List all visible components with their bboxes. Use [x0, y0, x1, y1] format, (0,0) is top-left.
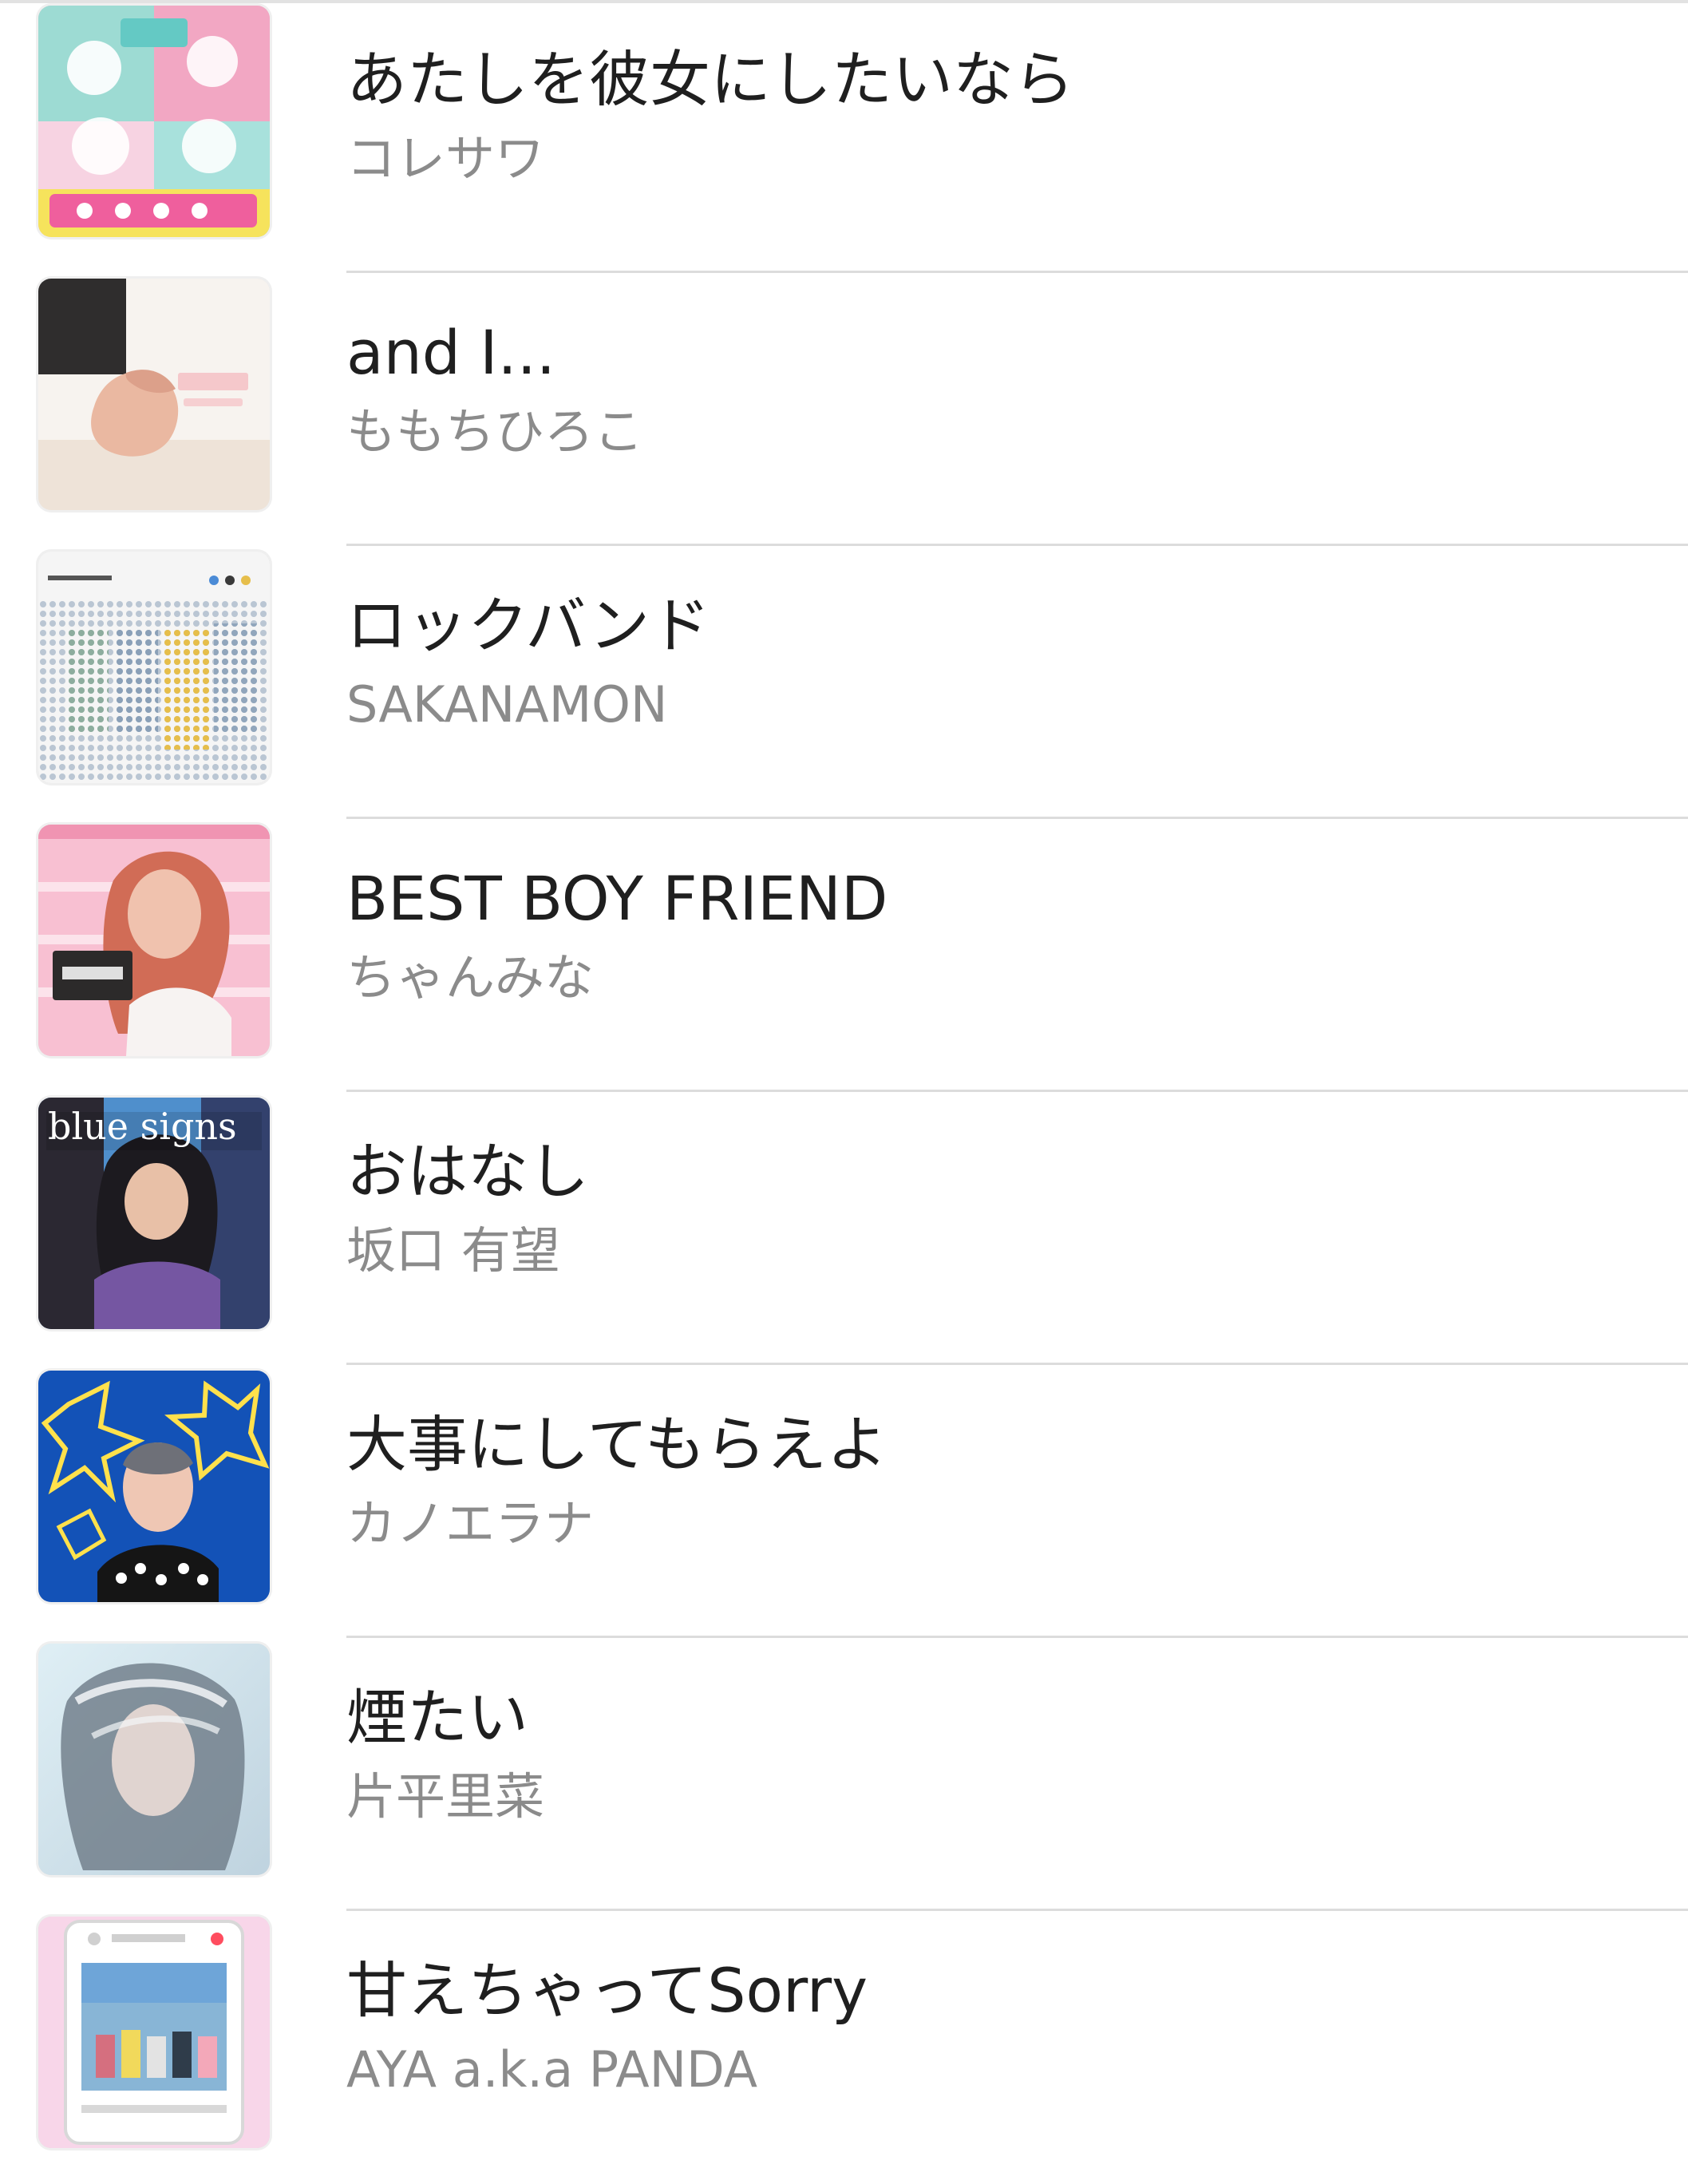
- song-artist: コレサワ: [346, 129, 545, 188]
- album-art-phone-photo-icon: [38, 1917, 270, 2148]
- song-row[interactable]: あたしを彼女にしたいなら コレサワ: [0, 0, 1688, 273]
- song-list: あたしを彼女にしたいなら コレサワ and I... ももちひろこ ロックバンド…: [0, 0, 1688, 2148]
- song-title: BEST BOY FRIEND: [346, 863, 888, 934]
- song-row[interactable]: blue signs おはなし 坂口 有望: [0, 1092, 1688, 1365]
- song-artist: AYA a.k.a PANDA: [346, 2040, 758, 2099]
- song-artist: ちゃんみな: [346, 948, 595, 1007]
- song-title: and I...: [346, 317, 556, 388]
- song-title: ロックバンド: [346, 590, 710, 661]
- song-row[interactable]: ロックバンド SAKANAMON: [0, 546, 1688, 819]
- album-art-dotted-band-icon: [38, 552, 270, 783]
- song-title: あたしを彼女にしたいなら: [346, 44, 1074, 115]
- song-artist: カノエラナ: [346, 1494, 595, 1553]
- song-row[interactable]: BEST BOY FRIEND ちゃんみな: [0, 819, 1688, 1092]
- album-art-pastel-illustration-icon: [38, 6, 270, 237]
- song-title: 甘えちゃってSorry: [346, 1955, 868, 2026]
- album-art-hands-beach-icon: [38, 279, 270, 510]
- album-art-blue-signs-icon: blue signs: [38, 1098, 270, 1329]
- song-row[interactable]: and I... ももちひろこ: [0, 273, 1688, 546]
- song-artist: SAKANAMON: [346, 675, 668, 734]
- album-art-text: blue signs: [48, 1105, 237, 1148]
- song-title: 大事にしてもらえよ: [346, 1409, 887, 1480]
- song-title: おはなし: [346, 1136, 589, 1207]
- song-artist: 片平里菜: [346, 1767, 545, 1826]
- song-row[interactable]: 大事にしてもらえよ カノエラナ: [0, 1365, 1688, 1638]
- song-artist: 坂口 有望: [346, 1221, 560, 1280]
- album-art-pink-portrait-icon: [38, 825, 270, 1056]
- song-row[interactable]: 甘えちゃってSorry AYA a.k.a PANDA: [0, 1911, 1688, 2184]
- song-row[interactable]: 煙たい 片平里菜: [0, 1638, 1688, 1911]
- song-title: 煙たい: [346, 1682, 528, 1753]
- album-art-soft-portrait-icon: [38, 1644, 270, 1875]
- song-artist: ももちひろこ: [346, 402, 644, 461]
- album-art-blue-yellow-stars-icon: [38, 1371, 270, 1602]
